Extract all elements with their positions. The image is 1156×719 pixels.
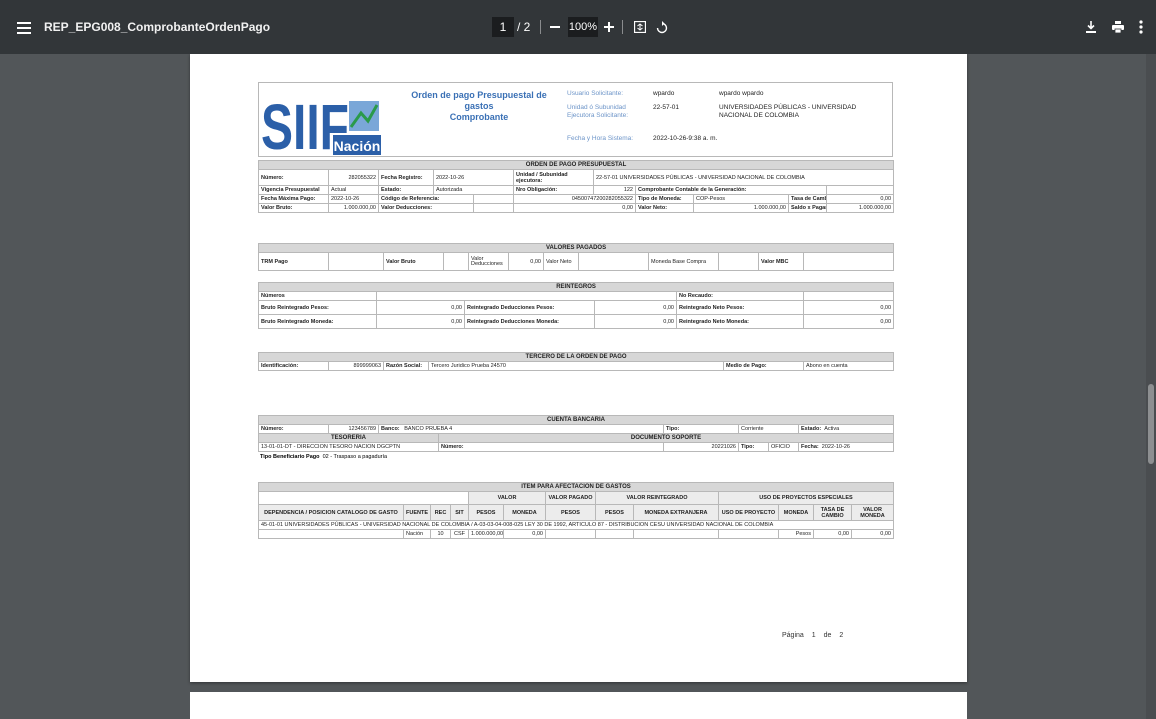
rotate-icon[interactable] (654, 18, 670, 36)
pdf-page-2 (190, 692, 967, 719)
pdf-toolbar: REP_EPG008_ComprobanteOrdenPago 1 / 2 10… (0, 0, 1156, 54)
tesoreria-title: TESORERIA (258, 433, 439, 443)
report-title: Orden de pago Presupuestal de gastos Comp… (411, 90, 547, 122)
page-total: / 2 (517, 20, 531, 34)
download-icon[interactable] (1084, 18, 1098, 36)
cuenta-title: CUENTA BANCARIA (258, 415, 894, 425)
user-code: wpardo (653, 90, 675, 97)
menu-icon[interactable] (14, 18, 34, 38)
item-description: 45-01-01 UNIVERSIDADES PÚBLICAS - UNIVER… (258, 520, 894, 530)
date-label: Fecha y Hora Sistema: (567, 135, 634, 142)
unit-name: UNIVERSIDADES PÚBLICAS - UNIVERSIDAD NAC… (719, 104, 857, 119)
valores-pagados-section: VALORES PAGADOS TRM Pago Valor Bruto Valor… (257, 243, 895, 271)
zoom-out-icon[interactable] (548, 17, 562, 37)
more-icon[interactable] (1136, 18, 1146, 36)
tesoreria-value: 13-01-01-DT - DIRECCION TESORO NACION DG… (258, 442, 439, 452)
tercero-title: TERCERO DE LA ORDEN DE PAGO (257, 352, 895, 362)
user-name: wpardo wpardo (719, 90, 764, 97)
fit-page-icon[interactable] (632, 18, 648, 36)
pdf-viewer[interactable]: SIIF Nación Orden de pago Presupuestal d… (0, 54, 1156, 719)
scrollbar-thumb[interactable] (1148, 384, 1154, 464)
toolbar-divider (622, 20, 623, 34)
page-number-input[interactable]: 1 (492, 17, 514, 37)
logo-subtext: Nación (334, 138, 381, 154)
orden-numero: 282055322 (328, 169, 379, 186)
items-section: ITEM PARA AFECTACION DE GASTOS VALOR VALO… (258, 482, 894, 539)
report-subtitle: Comprobante (449, 112, 509, 122)
tercero-section: TERCERO DE LA ORDEN DE PAGO Identificaci… (257, 352, 895, 371)
unit-label: Unidad ó Subunidad Ejecutora Solicitante… (567, 104, 629, 119)
page-footer: Página 1 de 2 (782, 632, 844, 639)
cuenta-section: CUENTA BANCARIA Número: 123456789 Banco: B… (258, 415, 894, 462)
items-title: ITEM PARA AFECTACION DE GASTOS (258, 482, 894, 492)
orden-title: ORDEN DE PAGO PRESUPUESTAL (257, 160, 895, 170)
reintegros-section: REINTEGROS Números No Recaudo: Bruto Rein… (257, 282, 895, 329)
beneficiario-row: Tipo Beneficiario Pago 02 - Traspaso a p… (260, 454, 388, 460)
zoom-level-input[interactable]: 100% (568, 17, 598, 37)
soporte-title: DOCUMENTO SOPORTE (438, 433, 894, 443)
siif-logo: SIIF Nación (261, 87, 385, 163)
pdf-page: SIIF Nación Orden de pago Presupuestal d… (190, 54, 967, 682)
zoom-in-icon[interactable] (602, 17, 616, 37)
date-value: 2022-10-26-9:38 a. m. (653, 135, 718, 142)
user-label: Usuario Solicitante: (567, 90, 623, 97)
report-header: SIIF Nación Orden de pago Presupuestal d… (258, 82, 893, 163)
pagados-title: VALORES PAGADOS (257, 243, 895, 253)
document-title: REP_EPG008_ComprobanteOrdenPago (44, 20, 271, 34)
unit-code: 22-57-01 (653, 104, 680, 111)
toolbar-divider (540, 20, 541, 34)
reintegros-title: REINTEGROS (257, 282, 895, 292)
print-icon[interactable] (1110, 18, 1126, 36)
orden-section: ORDEN DE PAGO PRESUPUESTAL Número: 282055… (257, 160, 895, 213)
scrollbar[interactable] (1146, 54, 1156, 719)
